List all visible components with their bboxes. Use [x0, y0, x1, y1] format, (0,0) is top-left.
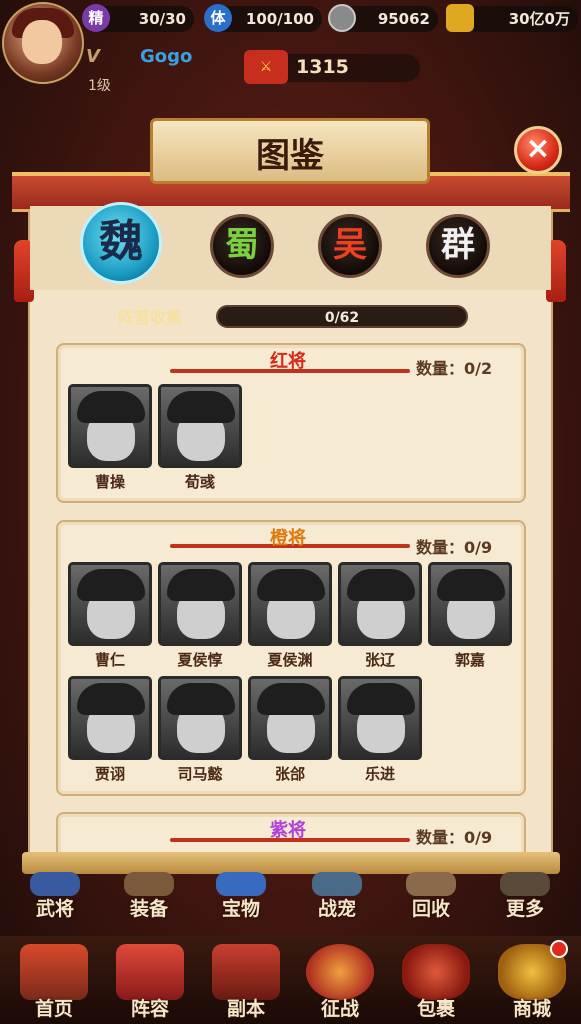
section-title-red: 红将	[270, 351, 306, 372]
hero-card[interactable]	[158, 562, 242, 646]
hero-name: 张辽	[364, 651, 395, 669]
campaign-icon	[306, 944, 374, 1000]
hero-card-xunyu[interactable]	[158, 384, 242, 468]
nav-bag[interactable]: 包裹	[396, 994, 476, 1021]
count-label: 数量：	[416, 538, 465, 557]
top-status-bar: 30/30 精 100/100 体 95062 30亿0万 V Gogo 1级 …	[0, 0, 581, 100]
home-icon	[20, 944, 88, 1000]
coin-icon	[328, 4, 356, 32]
nav-campaign[interactable]: 征战	[300, 994, 380, 1021]
menu-equipment[interactable]: 装备	[114, 894, 184, 921]
hero-hair	[257, 683, 325, 715]
lineup-icon	[116, 944, 184, 1000]
panel-bottom-rail	[22, 852, 560, 874]
stamina-icon: 精	[82, 4, 110, 32]
count-label: 数量：	[416, 828, 465, 847]
close-button[interactable]: ×	[514, 126, 562, 174]
hero-name: 贾诩	[94, 765, 125, 783]
count-value: 0/2	[464, 359, 493, 378]
hero-card[interactable]	[248, 676, 332, 760]
tab-wei[interactable]: 魏	[80, 202, 162, 284]
hero-card[interactable]	[68, 562, 152, 646]
tab-qun[interactable]: 群	[426, 214, 490, 278]
hero-hair	[167, 569, 235, 601]
hero-hair	[257, 569, 325, 601]
nav-shop[interactable]: 商城	[492, 994, 572, 1021]
treasure-icon	[216, 872, 266, 896]
combat-power-icon: ⚔	[244, 50, 288, 84]
hero-name: 郭嘉	[454, 651, 485, 669]
gold-value: 30亿0万	[508, 10, 570, 28]
nav-home[interactable]: 首页	[14, 994, 94, 1021]
avatar-face	[22, 20, 62, 64]
gold-ingot-icon	[446, 4, 474, 32]
panel-title: 图鉴	[256, 136, 324, 176]
collection-progress: 0/62	[216, 305, 468, 328]
hero-hair	[347, 683, 415, 715]
hero-hair	[77, 569, 145, 601]
energy-icon: 体	[204, 4, 232, 32]
combat-power-value: 1315	[296, 56, 349, 78]
energy-value: 100/100	[245, 10, 314, 28]
hero-name: 张郃	[274, 765, 305, 783]
player-avatar[interactable]	[2, 2, 84, 84]
notification-dot-icon	[550, 940, 568, 958]
hero-name: 司马懿	[177, 765, 223, 783]
hero-hair	[77, 391, 145, 423]
section-title-orange: 橙将	[270, 528, 306, 549]
hero-card[interactable]	[158, 676, 242, 760]
nav-dungeon[interactable]: 副本	[206, 994, 286, 1021]
hero-card-caocao[interactable]	[68, 384, 152, 468]
count-value: 0/9	[464, 828, 493, 847]
recycle-icon	[406, 872, 456, 896]
hero-card[interactable]	[68, 676, 152, 760]
menu-generals[interactable]: 武将	[20, 894, 90, 921]
hero-name: 曹仁	[94, 651, 125, 669]
hero-hair	[167, 683, 235, 715]
hero-hair	[347, 569, 415, 601]
hero-card[interactable]	[338, 562, 422, 646]
player-name: Gogo	[140, 46, 193, 67]
stamina-value: 30/30	[138, 10, 186, 28]
hero-hair	[77, 683, 145, 715]
vip-badge[interactable]: V	[86, 46, 100, 67]
tab-wu[interactable]: 吴	[318, 214, 382, 278]
hero-card[interactable]	[428, 562, 512, 646]
bag-icon	[402, 944, 470, 1000]
hero-hair	[167, 391, 235, 423]
coins-value: 95062	[377, 10, 430, 28]
section-title-purple: 紫将	[270, 820, 306, 841]
pet-icon	[312, 872, 362, 896]
menu-recycle[interactable]: 回收	[396, 894, 466, 921]
hero-card[interactable]	[248, 562, 332, 646]
menu-treasure[interactable]: 宝物	[206, 894, 276, 921]
more-icon	[500, 872, 550, 896]
section-count-red: 数量：0/2	[416, 355, 492, 379]
hero-name: 乐进	[364, 765, 395, 783]
equipment-icon	[124, 872, 174, 896]
count-label: 数量：	[416, 359, 465, 378]
hero-name: 曹操	[94, 473, 125, 491]
section-count-orange: 数量：0/9	[416, 534, 492, 558]
collection-label: 阵营收集	[118, 308, 183, 327]
count-value: 0/9	[464, 538, 493, 557]
player-level: 1级	[88, 78, 111, 94]
menu-more[interactable]: 更多	[490, 894, 560, 921]
hero-hair	[437, 569, 505, 601]
nav-lineup[interactable]: 阵容	[110, 994, 190, 1021]
hero-name: 夏侯渊	[267, 651, 313, 669]
dungeon-icon	[212, 944, 280, 1000]
hero-name: 荀彧	[184, 473, 215, 491]
section-count-purple: 数量：0/9	[416, 824, 492, 848]
hero-card[interactable]	[338, 676, 422, 760]
generals-icon	[30, 872, 80, 896]
hero-name: 夏侯惇	[177, 651, 223, 669]
tab-shu[interactable]: 蜀	[210, 214, 274, 278]
menu-pets[interactable]: 战宠	[302, 894, 372, 921]
